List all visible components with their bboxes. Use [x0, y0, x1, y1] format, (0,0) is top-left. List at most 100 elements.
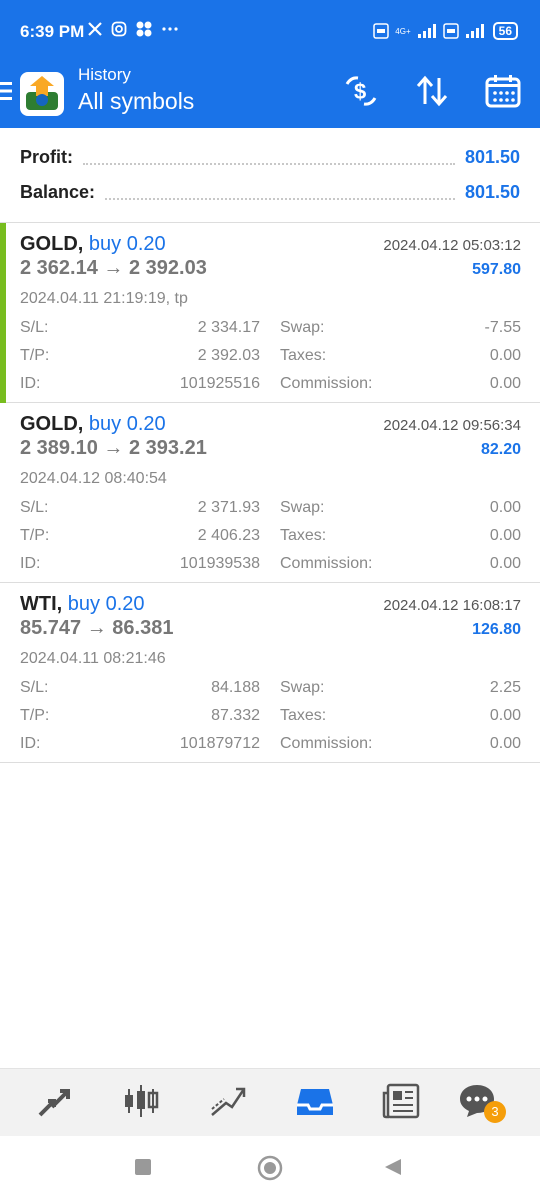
tp-label: T/P: [20, 347, 50, 364]
sl-value: 2 334.17 [197, 319, 260, 336]
id-label: ID: [20, 735, 41, 752]
deal-open-time: 2024.04.12 08:40:54 [20, 470, 167, 487]
svg-text:$: $ [354, 79, 366, 104]
tp-label: T/P: [20, 707, 50, 724]
deal-open-time: 2024.04.11 21:19:19, tp [20, 290, 188, 307]
recent-apps-icon[interactable] [134, 1158, 152, 1176]
deal-close-time: 2024.04.12 05:03:12 [383, 237, 521, 254]
network-type: 4G+ [395, 26, 411, 36]
id-label: ID: [20, 375, 41, 392]
deal-header: GOLD, buy 0.20 [20, 233, 166, 256]
balance-value: 801.50 [464, 181, 520, 202]
commission-value: 0.00 [489, 375, 521, 392]
status-time: 6:39 PM [20, 22, 85, 41]
commission-label: Commission: [280, 375, 373, 392]
deal-prices: 2 389.10 → 2 393.21 [20, 437, 207, 459]
swap-label: Swap: [280, 679, 325, 696]
sort-icon[interactable] [414, 74, 450, 108]
sl-value: 84.188 [211, 679, 260, 696]
deal-prices: 85.747 → 86.381 [20, 617, 174, 639]
id-value: 101939538 [179, 555, 260, 572]
id-value: 101925516 [179, 375, 260, 392]
deal-selected-marker [0, 223, 6, 403]
profit-label: Profit: [20, 146, 73, 167]
pinwheel-icon [136, 21, 152, 37]
deal-symbol: WTI, [20, 593, 63, 615]
signal-icon [417, 24, 436, 38]
deal-open-time: 2024.04.11 08:21:46 [20, 650, 166, 667]
tp-label: T/P: [20, 527, 50, 544]
metatrader-logo-icon [20, 72, 64, 116]
tp-value: 2 392.03 [197, 347, 260, 364]
deal-symbol: GOLD, [20, 233, 84, 255]
calendar-icon[interactable] [485, 74, 521, 108]
back-icon[interactable] [384, 1158, 402, 1176]
deal-profit: 126.80 [472, 621, 521, 638]
volte-icon-2 [442, 23, 459, 39]
profit-value: 801.50 [464, 146, 520, 167]
deal-side: buy 0.20 [88, 233, 166, 255]
id-value: 101879712 [179, 735, 260, 752]
more-notifications-icon [162, 27, 178, 31]
system-navigation-bar [0, 1136, 540, 1200]
commission-value: 0.00 [489, 735, 521, 752]
taxes-value: 0.00 [489, 347, 521, 364]
screen-subtitle[interactable]: History [78, 65, 131, 85]
battery-indicator: 56 [492, 22, 518, 40]
swap-label: Swap: [280, 499, 325, 516]
app-bar: History All symbols $ [0, 62, 540, 128]
sl-label: S/L: [20, 679, 49, 696]
commission-value: 0.00 [489, 555, 521, 572]
signal-icon-2 [465, 24, 484, 38]
deal-profit: 597.80 [472, 261, 521, 278]
taxes-label: Taxes: [280, 347, 327, 364]
chart-icon[interactable] [121, 1081, 161, 1121]
balance-row: Balance: 801.50 [20, 180, 520, 204]
deal-header: GOLD, buy 0.20 [20, 413, 166, 436]
status-notification-icons [87, 20, 179, 38]
trade-icon[interactable] [208, 1081, 248, 1121]
menu-icon[interactable] [0, 80, 14, 102]
profit-leader [83, 155, 455, 165]
deal-item[interactable]: GOLD, buy 0.20 2024.04.12 05:03:12 2 362… [0, 223, 540, 403]
tp-value: 87.332 [211, 707, 260, 724]
taxes-label: Taxes: [280, 527, 327, 544]
status-bar: 6:39 PM 4G+ 56 [0, 0, 540, 62]
home-icon[interactable] [256, 1154, 284, 1182]
summary-panel: Profit: 801.50 Balance: 801.50 [0, 128, 540, 223]
instagram-icon [111, 21, 127, 37]
taxes-value: 0.00 [489, 527, 521, 544]
deal-side: buy 0.20 [67, 593, 145, 615]
deal-header: WTI, buy 0.20 [20, 593, 145, 616]
volte-icon [373, 23, 390, 39]
bottom-navigation: 3 [0, 1068, 540, 1136]
deal-item[interactable]: GOLD, buy 0.20 2024.04.12 09:56:34 2 389… [0, 403, 540, 583]
deal-side: buy 0.20 [88, 413, 166, 435]
deal-item[interactable]: WTI, buy 0.20 2024.04.12 16:08:17 85.747… [0, 583, 540, 763]
screen-title[interactable]: All symbols [78, 88, 194, 115]
balance-label: Balance: [20, 181, 96, 202]
sl-label: S/L: [20, 319, 49, 336]
tp-value: 2 406.23 [197, 527, 260, 544]
id-label: ID: [20, 555, 41, 572]
swap-value: 2.25 [489, 679, 521, 696]
deposit-withdraw-icon[interactable]: $ [343, 74, 379, 108]
status-indicators: 4G+ 56 [373, 22, 518, 40]
chat-unread-badge: 3 [484, 1101, 506, 1123]
profit-row: Profit: 801.50 [20, 145, 520, 169]
swap-label: Swap: [280, 319, 325, 336]
sl-value: 2 371.93 [197, 499, 260, 516]
taxes-value: 0.00 [489, 707, 521, 724]
x-icon [88, 22, 102, 36]
deal-close-time: 2024.04.12 16:08:17 [383, 597, 521, 614]
deal-close-time: 2024.04.12 09:56:34 [383, 417, 521, 434]
commission-label: Commission: [280, 735, 373, 752]
quotes-icon[interactable] [34, 1081, 74, 1121]
swap-value: -7.55 [484, 319, 521, 336]
deal-prices: 2 362.14 → 2 392.03 [20, 257, 207, 279]
commission-label: Commission: [280, 555, 373, 572]
deal-profit: 82.20 [480, 441, 521, 458]
history-icon[interactable] [295, 1081, 335, 1121]
deal-symbol: GOLD, [20, 413, 84, 435]
news-icon[interactable] [381, 1081, 421, 1121]
